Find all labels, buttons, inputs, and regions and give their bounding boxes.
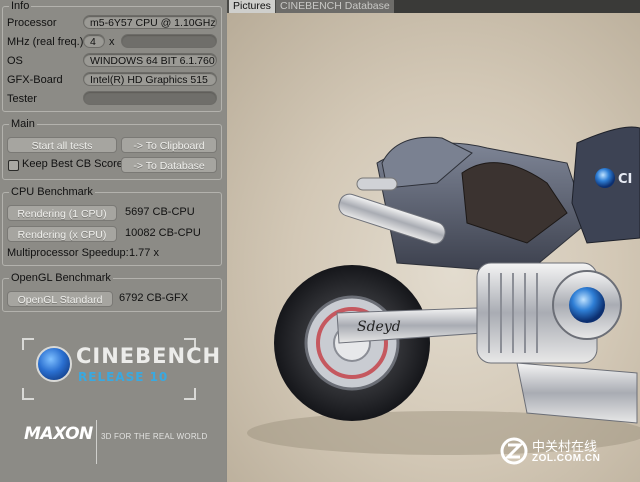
mhz-frequency-field[interactable] bbox=[121, 34, 217, 48]
zol-watermark-en: ZOL.COM.CN bbox=[532, 453, 601, 464]
gfx-board-label: GFX-Board bbox=[7, 74, 63, 86]
os-field[interactable]: WINDOWS 64 BIT 6.1.760 bbox=[83, 53, 217, 67]
logo-corner-br bbox=[184, 388, 196, 400]
tester-label: Tester bbox=[7, 93, 37, 105]
gfx-board-field[interactable]: Intel(R) HD Graphics 515 bbox=[83, 72, 217, 86]
logo-corner-bl bbox=[22, 388, 34, 400]
maxon-divider bbox=[96, 420, 97, 464]
zol-logo-icon bbox=[500, 437, 528, 465]
mhz-multiplier-field[interactable]: 4 bbox=[83, 34, 105, 48]
info-row-os: OS WINDOWS 64 BIT 6.1.760 bbox=[7, 53, 221, 69]
rendering-1-cpu-score: 5697 CB-CPU bbox=[125, 206, 195, 218]
tab-cinebench-database[interactable]: CINEBENCH Database bbox=[276, 0, 394, 13]
motorcycle-render: Sdeyd CI bbox=[247, 126, 640, 455]
processor-label: Processor bbox=[7, 17, 57, 29]
os-label: OS bbox=[7, 55, 23, 67]
swingarm-graffiti: Sdeyd bbox=[357, 319, 401, 335]
tabs-filler bbox=[394, 0, 640, 13]
opengl-group-title: OpenGL Benchmark bbox=[9, 272, 113, 284]
info-group: Info Processor m5-6Y57 CPU @ 1.10GHz MHz… bbox=[2, 0, 222, 112]
processor-field[interactable]: m5-6Y57 CPU @ 1.10GHz bbox=[83, 15, 217, 29]
cpu-group-title: CPU Benchmark bbox=[9, 186, 95, 198]
maxon-logo: MAXON bbox=[24, 424, 93, 444]
rendering-1-cpu-button[interactable]: Rendering (1 CPU) bbox=[7, 205, 117, 221]
zol-watermark: 中关村在线 ZOL.COM.CN bbox=[500, 434, 624, 468]
opengl-standard-button[interactable]: OpenGL Standard bbox=[7, 291, 113, 307]
cinebench-release: RELEASE 10 bbox=[78, 370, 169, 384]
cinebench-sphere-icon bbox=[36, 346, 72, 382]
tester-field[interactable] bbox=[83, 91, 217, 105]
info-row-tester: Tester bbox=[7, 91, 221, 107]
opengl-score: 6792 CB-GFX bbox=[119, 292, 189, 304]
tab-pictures[interactable]: Pictures bbox=[229, 0, 275, 13]
render-view: Pictures CINEBENCH Database Sdeyd CI 中关村… bbox=[227, 0, 640, 482]
logo-corner-tl bbox=[22, 338, 34, 350]
info-group-title: Info bbox=[9, 0, 32, 12]
opengl-benchmark-group: OpenGL Benchmark OpenGL Standard 6792 CB… bbox=[2, 272, 222, 312]
keep-best-label: Keep Best CB Score bbox=[22, 158, 123, 170]
tank-logo-sphere bbox=[595, 168, 615, 188]
keep-best-checkbox[interactable] bbox=[8, 160, 19, 171]
mhz-x-label: x bbox=[109, 36, 115, 48]
start-all-tests-button[interactable]: Start all tests bbox=[7, 137, 117, 153]
mhz-label: MHz (real freq.) bbox=[7, 36, 84, 48]
info-row-mhz: MHz (real freq.) 4 x bbox=[7, 34, 221, 50]
rendering-x-cpu-score: 10082 CB-CPU bbox=[125, 227, 201, 239]
main-group-title: Main bbox=[9, 118, 37, 130]
speedup-value: 1.77 x bbox=[129, 247, 159, 259]
info-row-gfx: GFX-Board Intel(R) HD Graphics 515 bbox=[7, 72, 221, 88]
tank-logo-text: CI bbox=[618, 172, 632, 187]
speedup-label: Multiprocessor Speedup: bbox=[7, 247, 129, 259]
tail-light bbox=[356, 177, 398, 191]
to-clipboard-button[interactable]: -> To Clipboard bbox=[121, 137, 217, 153]
view-tabs: Pictures CINEBENCH Database bbox=[227, 0, 640, 13]
rendering-x-cpu-button[interactable]: Rendering (x CPU) bbox=[7, 226, 117, 242]
info-row-processor: Processor m5-6Y57 CPU @ 1.10GHz bbox=[7, 15, 221, 31]
cinebench-logo: CINEBENCH RELEASE 10 bbox=[22, 338, 220, 400]
engine-logo-sphere bbox=[569, 287, 605, 323]
lower-exhaust bbox=[516, 362, 638, 424]
cinebench-product-name: CINEBENCH bbox=[76, 344, 222, 368]
maxon-tagline: 3D FOR THE REAL WORLD bbox=[101, 432, 208, 441]
cpu-benchmark-group: CPU Benchmark Rendering (1 CPU) 5697 CB-… bbox=[2, 186, 222, 266]
render-scene: Sdeyd CI 中关村在线 ZOL.COM.CN bbox=[227, 13, 640, 482]
settings-panel: Info Processor m5-6Y57 CPU @ 1.10GHz MHz… bbox=[0, 0, 226, 482]
to-database-button[interactable]: -> To Database bbox=[121, 157, 217, 173]
main-group: Main Start all tests -> To Clipboard Kee… bbox=[2, 118, 222, 180]
